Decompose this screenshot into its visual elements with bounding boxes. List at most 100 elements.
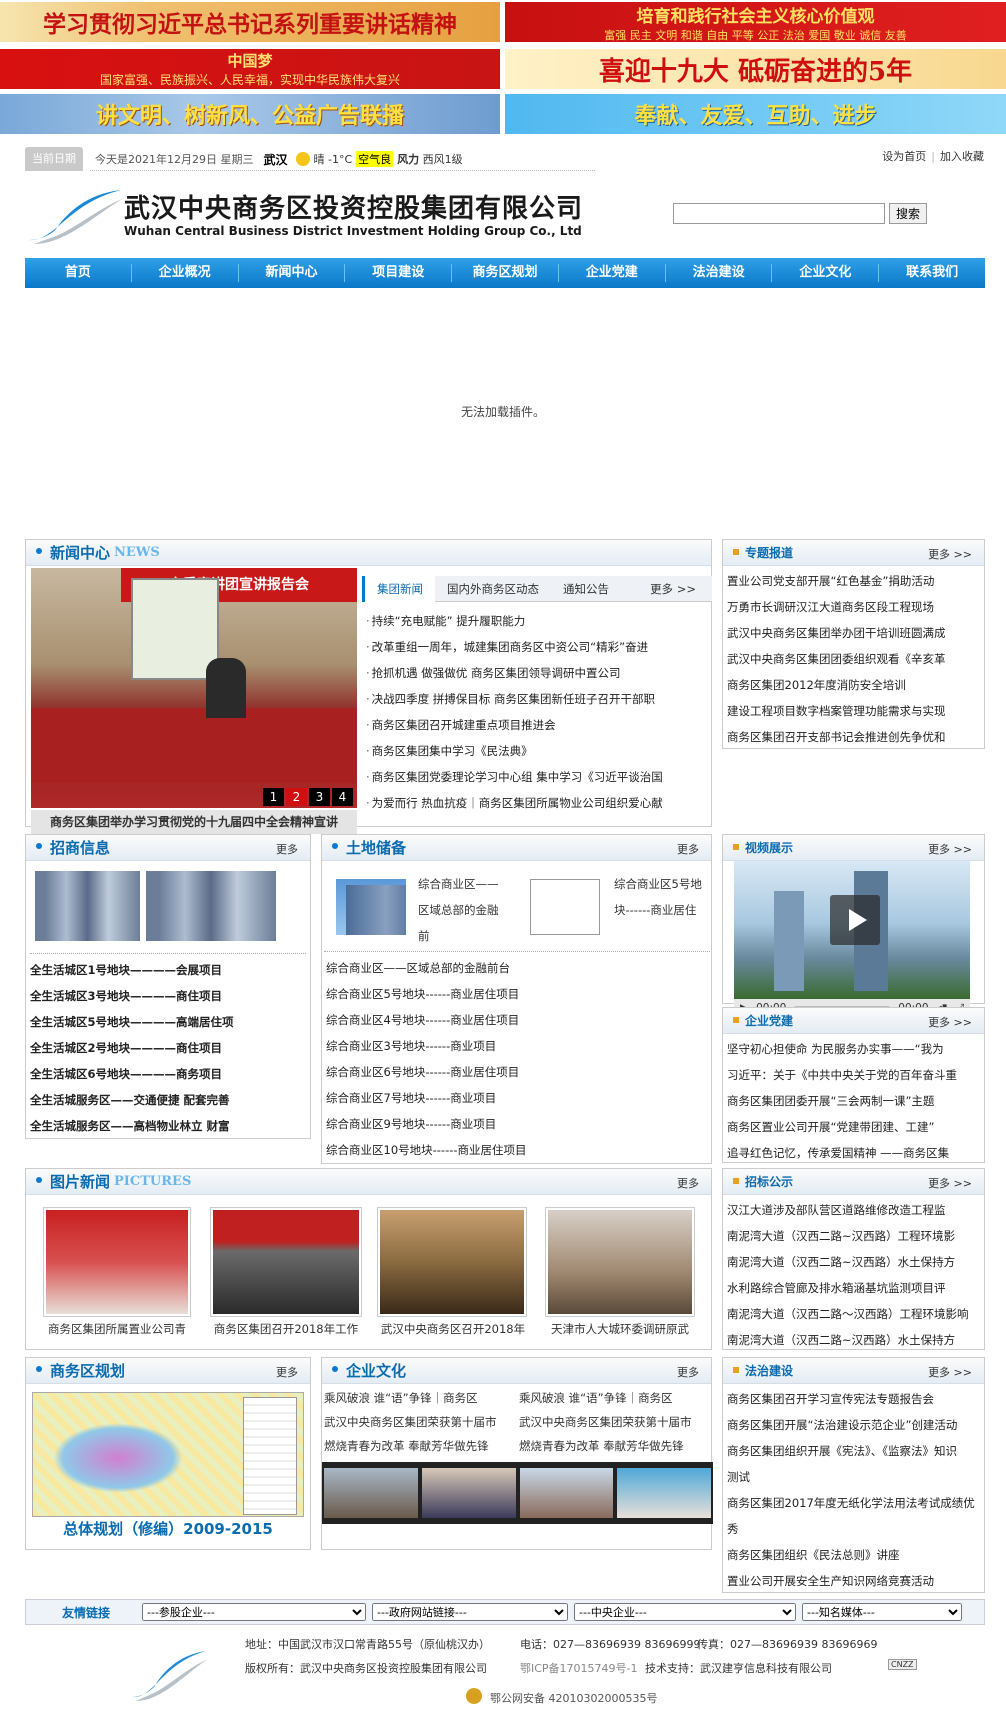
nav-about[interactable]: 企业概况 (132, 264, 239, 282)
list-item[interactable]: 坚守初心担使命 为民服务办实事——“我为 (727, 1036, 980, 1062)
picture-caption[interactable]: 天津市人大城环委调研原武 (540, 1321, 700, 1337)
tab-cbd-news[interactable]: 国内外商务区动态 (435, 581, 551, 597)
bidding-more-link[interactable]: 更多 >> (928, 1175, 972, 1191)
nav-planning[interactable]: 商务区规划 (452, 264, 559, 282)
land-photo[interactable] (336, 879, 406, 935)
list-item[interactable]: 综合商业区10号地块------商业居住项目 (326, 1137, 527, 1163)
special-more-link[interactable]: 更多 >> (928, 546, 972, 562)
list-item[interactable]: 商务区集团党委理论学习中心组 集中学习《习近平谈治国 (366, 764, 703, 790)
land-feature-1[interactable]: 综合商业区——区域总部的金融前 (418, 871, 503, 949)
list-item[interactable]: 习近平：关于《中共中央关于党的百年奋斗重 (727, 1062, 980, 1088)
pictures-more-link[interactable]: 更多 (677, 1175, 699, 1191)
video-player[interactable] (734, 861, 970, 999)
list-item[interactable]: 商务区置业公司开展“党建带团建、工建” (727, 1114, 980, 1140)
list-item[interactable]: 全生活城服务区——交通便捷 配套完善 (30, 1087, 234, 1113)
footer-icp[interactable]: 鄂ICP备17015749号-1 (520, 1660, 638, 1676)
list-item[interactable]: 南泥湾大道（汉西二路~汉西路）水土保持方 (727, 1327, 980, 1353)
law-more-link[interactable]: 更多 >> (928, 1364, 972, 1380)
list-item[interactable]: 商务区集团组织《民法总则》讲座 (727, 1542, 980, 1568)
list-item[interactable]: 汉江大道涉及部队营区道路维修改造工程监 (727, 1197, 980, 1223)
broken-image-icon[interactable] (530, 879, 600, 935)
search-input[interactable] (673, 203, 885, 224)
list-item[interactable]: 商务区集团召开城建重点项目推进会 (366, 712, 703, 738)
planning-caption[interactable]: 总体规划（修编）2009-2015 (26, 1518, 310, 1539)
invest-more-link[interactable]: 更多 (276, 841, 298, 857)
list-item[interactable]: 武汉中央商务区集团荣获第十届市 (519, 1410, 714, 1434)
play-icon[interactable] (830, 895, 880, 945)
nav-news[interactable]: 新闻中心 (239, 264, 346, 282)
list-item[interactable]: 综合商业区6号地块------商业居住项目 (326, 1059, 527, 1085)
list-item[interactable]: 商务区集团组织开展《宪法》、《监察法》知识 (727, 1438, 980, 1464)
list-item[interactable]: 商务区集团召开支部书记会推进创先争优和 (727, 724, 980, 750)
list-item[interactable]: 全生活城服务区——高档物业林立 财富 (30, 1113, 234, 1139)
party-more-link[interactable]: 更多 >> (928, 1014, 972, 1030)
slide-page[interactable]: 4 (332, 788, 353, 806)
news-slideshow[interactable]: 市委宣讲团宣讲报告会 1 2 3 4 (31, 568, 357, 808)
list-item[interactable]: 南泥湾大道（汉西二路~汉西路）工程环境影 (727, 1223, 980, 1249)
banner-speech-spirit[interactable]: 学习贯彻习近平总书记系列重要讲话精神 (0, 2, 500, 42)
list-item[interactable]: 武汉中央商务区集团团委组织观看《辛亥革 (727, 646, 980, 672)
footer-police-record[interactable]: 鄂公网安备 42010302000535号 (490, 1690, 657, 1706)
list-item[interactable]: 全生活城区5号地块————高端居住项 (30, 1009, 234, 1035)
invest-photo[interactable] (146, 871, 276, 941)
list-item[interactable]: 乘风破浪 谁“语”争锋｜商务区 (324, 1386, 519, 1410)
picture-caption[interactable]: 商务区集团召开2018年工作 (206, 1321, 366, 1337)
nav-culture[interactable]: 企业文化 (772, 264, 880, 282)
add-favorite-link[interactable]: 加入收藏 (940, 150, 984, 163)
list-item[interactable]: 全生活城区1号地块————会展项目 (30, 957, 234, 983)
nav-projects[interactable]: 项目建设 (345, 264, 453, 282)
picture-thumb[interactable] (210, 1207, 362, 1317)
list-item[interactable]: 商务区集团集中学习《民法典》 (366, 738, 703, 764)
planning-more-link[interactable]: 更多 (276, 1364, 298, 1380)
culture-more-link[interactable]: 更多 (677, 1364, 699, 1380)
list-item[interactable]: 南泥湾大道（汉西二路~汉西路）水土保持方 (727, 1249, 980, 1275)
slide-page[interactable]: 3 (309, 788, 330, 806)
list-item[interactable]: 商务区集团2012年度消防安全培训 (727, 672, 980, 698)
list-item[interactable]: 测试 (727, 1464, 980, 1490)
culture-photo-strip[interactable] (322, 1462, 713, 1524)
list-item[interactable]: 置业公司党支部开展“红色基金”捐助活动 (727, 568, 980, 594)
site-logo[interactable]: 武汉中央商务区投资控股集团有限公司 Wuhan Central Business… (26, 178, 596, 248)
planning-map[interactable] (32, 1392, 304, 1517)
picture-caption[interactable]: 武汉中央商务区召开2018年 (373, 1321, 533, 1337)
list-item[interactable]: 综合商业区4号地块------商业居住项目 (326, 1007, 527, 1033)
select-media[interactable]: ---知名媒体--- (802, 1603, 962, 1621)
nav-home[interactable]: 首页 (25, 264, 132, 282)
list-item[interactable]: 全生活城区6号地块————商务项目 (30, 1061, 234, 1087)
list-item[interactable]: 综合商业区9号地块------商业项目 (326, 1111, 527, 1137)
tab-notices[interactable]: 通知公告 (551, 581, 621, 597)
list-item[interactable]: 改革重组一周年，城建集团商务区中资公司“精彩”奋进 (366, 634, 703, 660)
tab-group-news[interactable]: 集团新闻 (362, 575, 435, 602)
list-item[interactable]: 秀 (727, 1516, 980, 1542)
set-homepage-link[interactable]: 设为首页 (882, 150, 926, 163)
list-item[interactable]: 商务区集团团委开展“三会两制一课”主题 (727, 1088, 980, 1114)
select-government-sites[interactable]: ---政府网站链接--- (372, 1603, 568, 1621)
nav-contact[interactable]: 联系我们 (879, 264, 985, 282)
land-feature-2[interactable]: 综合商业区5号地块------商业居住 (614, 871, 709, 923)
list-item[interactable]: 燃烧青春为改革 奉献芳华做先锋 (324, 1434, 519, 1458)
list-item[interactable]: 追寻红色记忆，传承爱国精神 ——商务区集 (727, 1140, 980, 1166)
nav-party[interactable]: 企业党建 (559, 264, 666, 282)
list-item[interactable]: 南泥湾大道（汉西二路～汉西路）工程环境影响 (727, 1301, 980, 1327)
list-item[interactable]: 燃烧青春为改革 奉献芳华做先锋 (519, 1434, 714, 1458)
list-item[interactable]: 综合商业区——区域总部的金融前台 (326, 955, 527, 981)
picture-thumb[interactable] (43, 1207, 191, 1317)
cnzz-badge[interactable]: CNZZ (888, 1659, 917, 1670)
list-item[interactable]: 综合商业区3号地块------商业项目 (326, 1033, 527, 1059)
list-item[interactable]: 置业公司开展安全生产知识网络竞赛活动 (727, 1568, 980, 1594)
invest-photo[interactable] (35, 871, 140, 941)
list-item[interactable]: 决战四季度 拼搏保目标 商务区集团新任班子召开干部职 (366, 686, 703, 712)
list-item[interactable]: 商务区集团召开学习宣传宪法专题报告会 (727, 1386, 980, 1412)
select-partner-companies[interactable]: ---参股企业--- (142, 1603, 366, 1621)
nav-law[interactable]: 法治建设 (666, 264, 773, 282)
list-item[interactable]: 武汉中央商务区集团举办团干培训班圆满成 (727, 620, 980, 646)
banner-core-values[interactable]: 培育和践行社会主义核心价值观 富强 民主 文明 和谐 自由 平等 公正 法治 爱国… (505, 2, 1006, 42)
picture-thumb[interactable] (545, 1207, 695, 1317)
slide-caption[interactable]: 商务区集团举办学习贯彻党的十九届四中全会精神宣讲 (31, 810, 357, 834)
list-item[interactable]: 抢抓机遇 做强做优 商务区集团领导调研中置公司 (366, 660, 703, 686)
slide-page[interactable]: 1 (263, 788, 284, 806)
banner-19th-congress[interactable]: 喜迎十九大 砥砺奋进的5年 (505, 49, 1006, 89)
list-item[interactable]: 全生活城区3号地块————商住项目 (30, 983, 234, 1009)
list-item[interactable]: 全生活城区2号地块————商住项目 (30, 1035, 234, 1061)
banner-civilization[interactable]: 讲文明、树新风、公益广告联播 (0, 94, 500, 134)
